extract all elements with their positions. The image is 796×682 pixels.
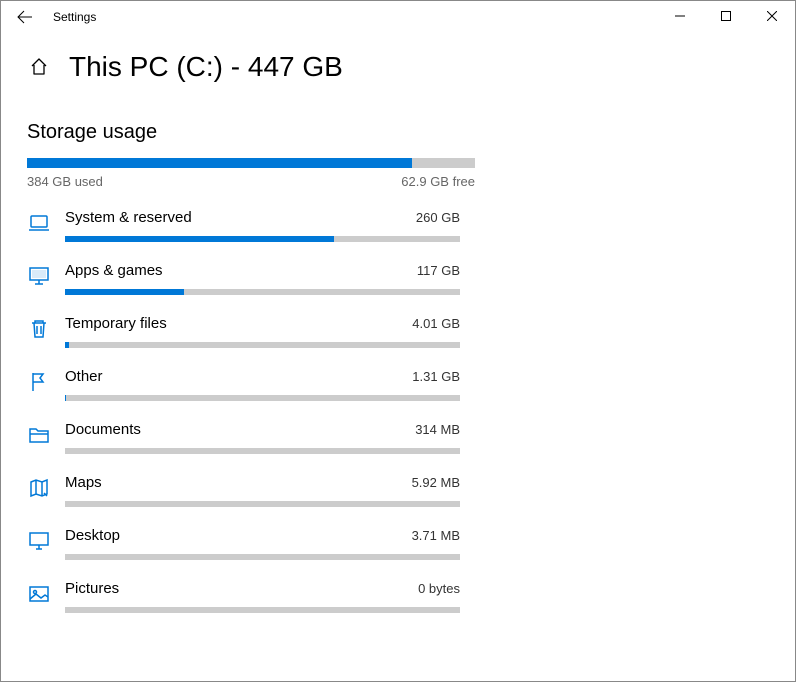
trash-icon xyxy=(27,317,51,341)
category-name: Documents xyxy=(65,421,141,438)
category-bar xyxy=(65,607,460,613)
monitor-icon xyxy=(27,264,51,288)
category-size: 5.92 MB xyxy=(412,475,460,490)
minimize-button[interactable] xyxy=(657,1,703,31)
category-size: 1.31 GB xyxy=(412,369,460,384)
home-button[interactable] xyxy=(27,55,51,79)
category-name: System & reserved xyxy=(65,209,192,226)
app-title: Settings xyxy=(53,10,96,24)
category-size: 3.71 MB xyxy=(412,528,460,543)
category-name: Pictures xyxy=(65,580,119,597)
category-body: Desktop 3.71 MB xyxy=(65,527,460,560)
back-button[interactable] xyxy=(9,1,41,33)
overall-usage-fill xyxy=(27,158,412,168)
used-label: 384 GB used xyxy=(27,174,103,189)
overall-usage-bar xyxy=(27,158,475,168)
category-bar-fill xyxy=(65,289,184,295)
category-body: System & reserved 260 GB xyxy=(65,209,460,242)
maximize-icon xyxy=(721,11,731,21)
category-body: Temporary files 4.01 GB xyxy=(65,315,460,348)
category-bar xyxy=(65,289,460,295)
page-header: This PC (C:) - 447 GB xyxy=(27,51,769,83)
window-controls xyxy=(657,1,795,31)
category-size: 314 MB xyxy=(415,422,460,437)
category-item[interactable]: Other 1.31 GB xyxy=(27,368,769,401)
free-label: 62.9 GB free xyxy=(401,174,475,189)
category-body: Documents 314 MB xyxy=(65,421,460,454)
category-name: Apps & games xyxy=(65,262,163,279)
category-bar-fill xyxy=(65,342,69,348)
maximize-button[interactable] xyxy=(703,1,749,31)
category-item[interactable]: Documents 314 MB xyxy=(27,421,769,454)
categories-list: System & reserved 260 GB Apps & games 117 G… xyxy=(27,209,769,613)
category-body: Other 1.31 GB xyxy=(65,368,460,401)
category-name: Desktop xyxy=(65,527,120,544)
category-bar-fill xyxy=(65,395,66,401)
back-arrow-icon xyxy=(17,9,33,25)
category-name: Other xyxy=(65,368,103,385)
close-icon xyxy=(767,11,777,21)
category-item[interactable]: System & reserved 260 GB xyxy=(27,209,769,242)
picture-icon xyxy=(27,582,51,606)
category-body: Pictures 0 bytes xyxy=(65,580,460,613)
category-bar xyxy=(65,501,460,507)
category-bar xyxy=(65,342,460,348)
folder-icon xyxy=(27,423,51,447)
category-item[interactable]: Pictures 0 bytes xyxy=(27,580,769,613)
content-area: This PC (C:) - 447 GB Storage usage 384 … xyxy=(1,33,795,613)
category-body: Apps & games 117 GB xyxy=(65,262,460,295)
overall-labels: 384 GB used 62.9 GB free xyxy=(27,174,475,189)
category-size: 0 bytes xyxy=(418,581,460,596)
category-body: Maps 5.92 MB xyxy=(65,474,460,507)
close-button[interactable] xyxy=(749,1,795,31)
map-icon xyxy=(27,476,51,500)
category-item[interactable]: Maps 5.92 MB xyxy=(27,474,769,507)
category-item[interactable]: Desktop 3.71 MB xyxy=(27,527,769,560)
category-item[interactable]: Temporary files 4.01 GB xyxy=(27,315,769,348)
laptop-icon xyxy=(27,211,51,235)
category-bar-fill xyxy=(65,236,334,242)
category-size: 260 GB xyxy=(416,210,460,225)
category-bar xyxy=(65,554,460,560)
desktop-icon xyxy=(27,529,51,553)
section-heading: Storage usage xyxy=(27,121,769,144)
category-item[interactable]: Apps & games 117 GB xyxy=(27,262,769,295)
flag-icon xyxy=(27,370,51,394)
minimize-icon xyxy=(675,11,685,21)
category-size: 117 GB xyxy=(417,263,460,278)
category-bar xyxy=(65,236,460,242)
page-title: This PC (C:) - 447 GB xyxy=(69,51,343,83)
category-name: Temporary files xyxy=(65,315,167,332)
category-bar xyxy=(65,448,460,454)
category-size: 4.01 GB xyxy=(412,316,460,331)
category-bar xyxy=(65,395,460,401)
home-icon xyxy=(29,57,49,77)
category-name: Maps xyxy=(65,474,102,491)
titlebar: Settings xyxy=(1,1,795,33)
